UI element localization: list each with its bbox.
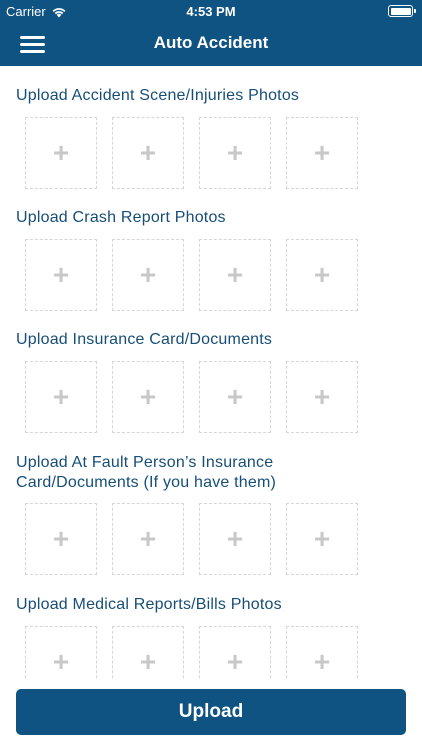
status-time: 4:53 PM: [186, 4, 236, 19]
add-photo-slot[interactable]: +: [286, 626, 358, 678]
plus-icon: +: [139, 523, 157, 554]
add-photo-slot[interactable]: +: [112, 361, 184, 433]
plus-icon: +: [226, 646, 244, 677]
photo-slots: + + + +: [25, 239, 358, 311]
plus-icon: +: [226, 259, 244, 290]
section-insurance-card: Upload Insurance Card/Documents + + + +: [16, 330, 406, 433]
plus-icon: +: [139, 137, 157, 168]
section-at-fault-insurance: Upload At Fault Person’s Insurance Card/…: [16, 453, 406, 575]
plus-icon: +: [313, 259, 331, 290]
add-photo-slot[interactable]: +: [25, 361, 97, 433]
plus-icon: +: [52, 381, 70, 412]
add-photo-slot[interactable]: +: [286, 117, 358, 189]
add-photo-slot[interactable]: +: [112, 503, 184, 575]
section-crash-report: Upload Crash Report Photos + + + +: [16, 208, 406, 311]
status-bar: Carrier 4:53 PM: [0, 0, 422, 22]
plus-icon: +: [313, 137, 331, 168]
photo-slots: + + + +: [25, 503, 358, 575]
add-photo-slot[interactable]: +: [199, 361, 271, 433]
add-photo-slot[interactable]: +: [286, 239, 358, 311]
plus-icon: +: [52, 523, 70, 554]
plus-icon: +: [139, 259, 157, 290]
add-photo-slot[interactable]: +: [112, 626, 184, 678]
screen: Carrier 4:53 PM Auto Accident Upload Acc…: [0, 0, 422, 750]
battery-icon: [388, 5, 416, 17]
plus-icon: +: [52, 646, 70, 677]
add-photo-slot[interactable]: +: [25, 503, 97, 575]
plus-icon: +: [313, 523, 331, 554]
page-title: Auto Accident: [153, 33, 269, 52]
add-photo-slot[interactable]: +: [286, 361, 358, 433]
add-photo-slot[interactable]: +: [199, 239, 271, 311]
section-title: Upload Medical Reports/Bills Photos: [16, 596, 282, 613]
section-title: Upload Accident Scene/Injuries Photos: [16, 87, 300, 104]
section-title: Upload Crash Report Photos: [16, 209, 226, 226]
plus-icon: +: [226, 523, 244, 554]
add-photo-slot[interactable]: +: [25, 117, 97, 189]
add-photo-slot[interactable]: +: [25, 626, 97, 678]
photo-slots: + + + +: [25, 117, 358, 189]
section-medical-reports: Upload Medical Reports/Bills Photos + + …: [16, 595, 406, 678]
plus-icon: +: [139, 646, 157, 677]
add-photo-slot[interactable]: +: [112, 239, 184, 311]
section-accident-scene: Upload Accident Scene/Injuries Photos + …: [16, 86, 406, 189]
photo-slots: + + + +: [25, 361, 358, 433]
plus-icon: +: [52, 137, 70, 168]
nav-header: Carrier 4:53 PM Auto Accident: [0, 0, 422, 66]
section-title: Upload At Fault Person’s Insurance Card/…: [16, 454, 277, 491]
plus-icon: +: [226, 381, 244, 412]
upload-button[interactable]: Upload: [16, 689, 406, 735]
add-photo-slot[interactable]: +: [112, 117, 184, 189]
add-photo-slot[interactable]: +: [25, 239, 97, 311]
photo-slots: + + + +: [25, 626, 358, 678]
plus-icon: +: [52, 259, 70, 290]
plus-icon: +: [139, 381, 157, 412]
add-photo-slot[interactable]: +: [199, 117, 271, 189]
upload-form: Upload Accident Scene/Injuries Photos + …: [0, 66, 422, 678]
add-photo-slot[interactable]: +: [199, 503, 271, 575]
plus-icon: +: [313, 381, 331, 412]
plus-icon: +: [226, 137, 244, 168]
add-photo-slot[interactable]: +: [199, 626, 271, 678]
plus-icon: +: [313, 646, 331, 677]
section-title: Upload Insurance Card/Documents: [16, 331, 273, 348]
add-photo-slot[interactable]: +: [286, 503, 358, 575]
